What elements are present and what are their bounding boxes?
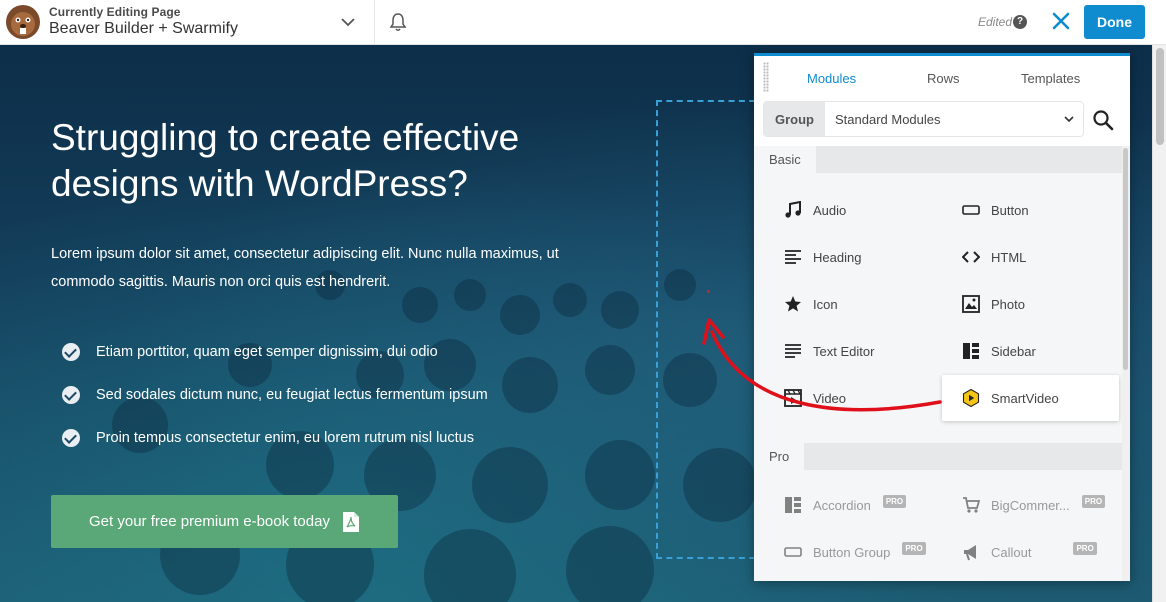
section-header-basic: Basic [754,146,1122,173]
list-item: Proin tempus consectetur enim, eu lorem … [62,416,488,459]
pro-badge: PRO [902,541,926,555]
module-button[interactable]: Button [942,187,1118,233]
pro-badge: PRO [1081,494,1106,508]
list-item: Etiam porttitor, quam eget semper dignis… [62,330,488,373]
photo-icon [962,295,980,313]
module-bigcommerce[interactable]: BigCommer... PRO [942,482,1118,528]
panel-tabs: Modules Rows Templates [754,56,1130,102]
smartvideo-icon [962,389,980,407]
sidebar-icon [963,343,979,359]
tab-modules[interactable]: Modules [807,71,856,86]
help-icon[interactable]: ? [1013,15,1027,29]
group-filter: Group Standard Modules [764,102,1083,136]
scrollbar-thumb[interactable] [1123,148,1128,370]
module-sidebar[interactable]: Sidebar [942,328,1118,374]
section-label: Basic [754,146,816,173]
module-button-group[interactable]: Button Group PRO [754,529,930,575]
divider [374,0,375,45]
module-callout[interactable]: Callout PRO [942,529,1118,575]
cta-label: Get your free premium e-book today [89,513,330,530]
pro-badge: PRO [1073,541,1097,555]
cart-icon [963,497,980,513]
section-label: Pro [754,443,805,470]
panel-scrollbar[interactable] [1122,146,1130,581]
bell-icon[interactable] [388,12,408,32]
tab-rows[interactable]: Rows [927,71,960,86]
accordion-icon [785,497,801,513]
hero-body-text: Lorem ipsum dolor sit amet, consectetur … [51,246,559,290]
button-group-icon [784,547,802,557]
pro-badge: PRO [882,494,907,508]
chevron-down-icon [1064,116,1074,123]
button-icon [962,205,980,215]
feature-list: Etiam porttitor, quam eget semper dignis… [62,330,488,459]
group-label: Group [764,102,825,136]
close-icon[interactable] [1050,10,1072,32]
module-photo[interactable]: Photo [942,281,1118,327]
chevron-down-icon[interactable] [340,14,356,30]
drag-arrow-icon [702,318,942,412]
module-heading[interactable]: Heading [754,234,930,280]
hero-title: Struggling to create effective designs w… [51,117,520,204]
module-accordion[interactable]: Accordion PRO [754,482,930,528]
megaphone-icon [964,545,976,561]
builder-topbar: Currently Editing Page Beaver Builder + … [0,0,1166,45]
page-scrollbar[interactable] [1152,45,1166,602]
page-title: Beaver Builder + Swarmify [49,20,238,37]
list-item: Sed sodales dictum nunc, eu feugiat lect… [62,373,488,416]
beaver-logo-icon[interactable] [4,3,42,41]
page-context[interactable]: Currently Editing Page Beaver Builder + … [49,5,238,38]
check-circle-icon [62,428,80,447]
edited-status: Edited [978,15,1013,29]
done-button[interactable]: Done [1084,5,1145,39]
ebook-cta-button[interactable]: Get your free premium e-book today [51,495,398,548]
module-audio[interactable]: Audio [754,187,930,233]
drop-marker [707,290,710,293]
context-label: Currently Editing Page [49,5,181,19]
heading-icon [785,250,801,264]
group-select-value: Standard Modules [835,111,941,127]
pdf-file-icon [342,511,359,532]
tab-templates[interactable]: Templates [1021,71,1080,86]
check-circle-icon [62,385,80,404]
check-circle-icon [62,342,80,361]
group-select[interactable]: Standard Modules [825,102,1083,136]
music-note-icon [785,201,801,218]
module-html[interactable]: HTML [942,234,1118,280]
section-header-pro: Pro [754,443,1122,470]
scrollbar-thumb[interactable] [1156,48,1164,145]
code-icon [962,251,980,263]
module-smartvideo[interactable]: SmartVideo [942,375,1119,421]
search-icon[interactable] [1092,109,1114,131]
